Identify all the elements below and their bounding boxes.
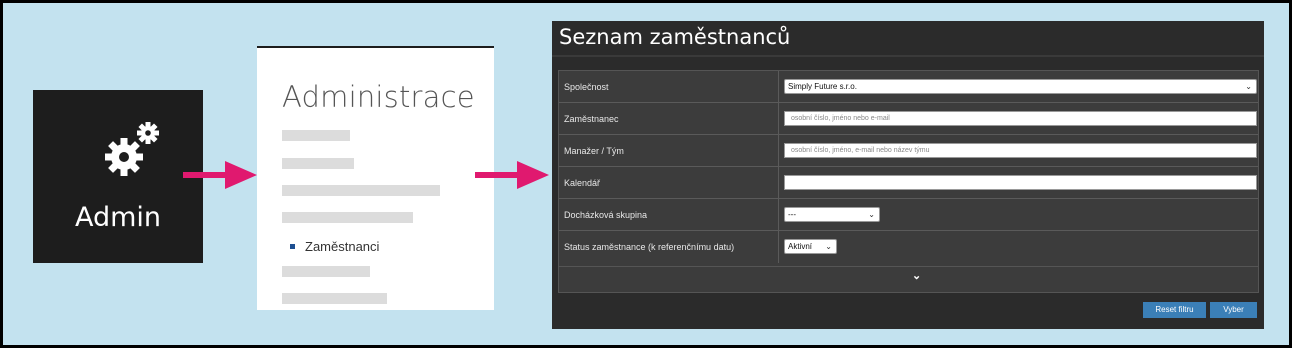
calendar-label: Kalendář <box>564 178 601 188</box>
arrow-right-icon <box>183 161 257 189</box>
employee-label: Zaměstnanec <box>564 114 619 124</box>
divider <box>778 231 779 263</box>
bullet-icon <box>290 244 295 249</box>
admin-tile[interactable]: Admin <box>33 90 203 263</box>
placeholder-item <box>282 158 354 169</box>
status-select-value: Aktivní <box>788 242 813 251</box>
placeholder-item <box>282 130 350 141</box>
administrace-panel: Administrace Zaměstnanci <box>257 46 494 310</box>
calendar-input[interactable] <box>784 175 1257 190</box>
filter-row-employee: Zaměstnanec osobní číslo, jméno nebo e-m… <box>559 103 1258 135</box>
placeholder-item <box>282 212 413 223</box>
arrow-right-icon <box>475 161 549 189</box>
placeholder-item <box>282 185 440 196</box>
filter-row-company: Společnost Simply Future s.r.o. ⌄ <box>559 71 1258 103</box>
employee-input[interactable]: osobní číslo, jméno nebo e-mail <box>784 111 1257 126</box>
filter-form: Společnost Simply Future s.r.o. ⌄ Zaměst… <box>558 70 1259 267</box>
attendance-group-value: --- <box>788 210 796 219</box>
panel-title: Administrace <box>282 80 475 114</box>
chevron-down-icon: ⌄ <box>1245 82 1252 91</box>
divider <box>778 103 779 135</box>
divider <box>778 71 779 103</box>
employee-list-window: Seznam zaměstnanců Společnost Simply Fut… <box>552 21 1264 329</box>
status-select[interactable]: Aktivní ⌄ <box>784 239 837 254</box>
company-select-value: Simply Future s.r.o. <box>788 82 857 91</box>
page-title: Seznam zaměstnanců <box>559 25 791 49</box>
company-label: Společnost <box>564 82 609 92</box>
filter-row-calendar: Kalendář <box>559 167 1258 199</box>
manager-label: Manažer / Tým <box>564 146 624 156</box>
chevron-down-icon[interactable]: ⌄ <box>912 269 921 282</box>
manager-input[interactable]: osobní číslo, jméno, e-mail nebo název t… <box>784 143 1257 158</box>
menu-item-zamestnanci[interactable]: Zaměstnanci <box>290 239 379 254</box>
reset-filter-button[interactable]: Reset filtru <box>1143 302 1206 318</box>
select-button[interactable]: Vyber <box>1210 302 1257 318</box>
attendance-group-select[interactable]: --- ⌄ <box>784 207 880 222</box>
title-divider <box>552 55 1264 57</box>
divider <box>778 135 779 167</box>
menu-item-label: Zaměstnanci <box>305 239 380 254</box>
canvas: Admin Administrace Zaměstnanci Seznam za… <box>3 3 1289 345</box>
filter-row-status: Status zaměstnance (k referenčnímu datu)… <box>559 231 1258 263</box>
placeholder-item <box>282 266 370 277</box>
status-label: Status zaměstnance (k referenčnímu datu) <box>564 242 735 252</box>
company-select[interactable]: Simply Future s.r.o. ⌄ <box>784 79 1257 94</box>
filter-row-manager: Manažer / Tým osobní číslo, jméno, e-mai… <box>559 135 1258 167</box>
placeholder-item <box>282 293 387 304</box>
admin-label: Admin <box>74 202 162 233</box>
filter-row-attendance-group: Docházková skupina --- ⌄ <box>559 199 1258 231</box>
divider <box>778 199 779 231</box>
divider <box>778 167 779 199</box>
attendance-group-label: Docházková skupina <box>564 210 648 220</box>
chevron-down-icon: ⌄ <box>825 242 832 251</box>
expand-filters-row[interactable]: ⌄ <box>558 267 1259 293</box>
gears-icon <box>105 122 159 176</box>
chevron-down-icon: ⌄ <box>868 210 875 219</box>
